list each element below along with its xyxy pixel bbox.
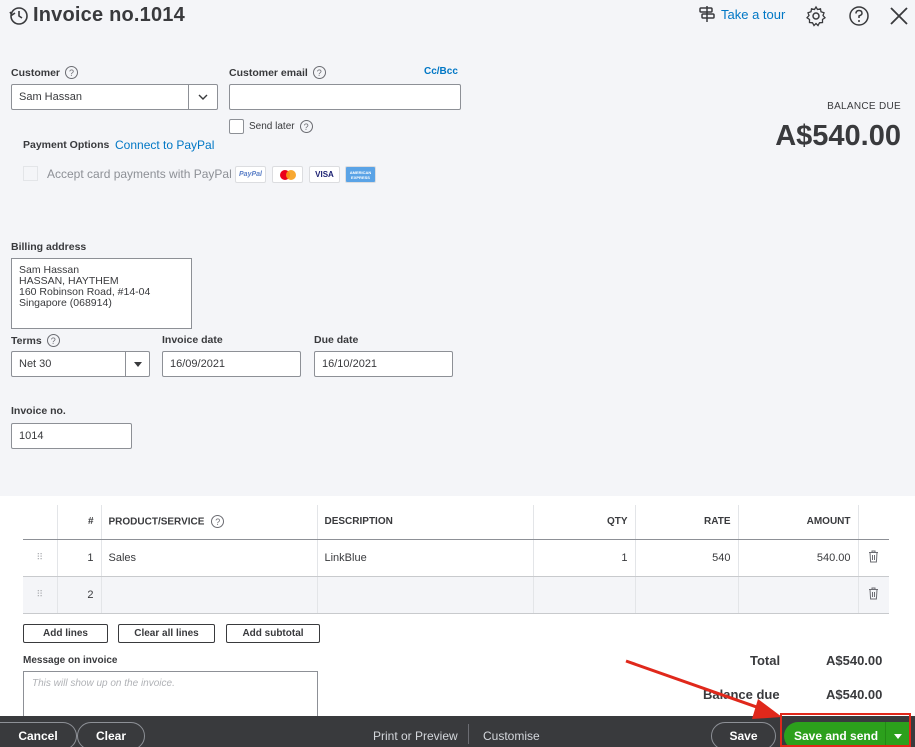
customer-email-input[interactable] — [229, 84, 461, 110]
due-date-label: Due date — [314, 334, 359, 346]
product-cell[interactable] — [101, 576, 318, 614]
amount-cell[interactable] — [738, 576, 859, 614]
caret-down-icon[interactable] — [125, 352, 149, 376]
help-icon[interactable]: ? — [211, 515, 225, 529]
table-row[interactable]: ⠿ 1 Sales LinkBlue 1 540 540.00 — [23, 539, 889, 577]
help-icon[interactable] — [848, 5, 870, 27]
invoice-no-label: Invoice no. — [11, 405, 66, 417]
message-label: Message on invoice — [23, 655, 118, 666]
billing-address-textarea[interactable]: Sam Hassan HASSAN, HAYTHEM 160 Robinson … — [11, 258, 192, 329]
drag-handle-icon[interactable]: ⠿ — [23, 576, 58, 614]
description-cell[interactable] — [317, 576, 534, 614]
amex-card-icon: AMERICAN EXPRESS — [345, 166, 376, 183]
table-row[interactable]: ⠿ 2 — [23, 576, 889, 614]
cancel-button[interactable]: Cancel — [0, 722, 77, 747]
gear-icon[interactable] — [805, 5, 827, 27]
save-button[interactable]: Save — [711, 722, 776, 747]
signpost-icon — [699, 6, 715, 22]
clear-all-lines-button[interactable]: Clear all lines — [118, 624, 215, 643]
balance-due-label: BALANCE DUE — [827, 101, 901, 112]
highlight-box — [780, 713, 911, 747]
rate-cell[interactable] — [635, 576, 739, 614]
accept-cards-checkbox[interactable] — [23, 166, 38, 181]
description-cell[interactable]: LinkBlue — [317, 539, 534, 577]
customise-link[interactable]: Customise — [483, 729, 540, 743]
qty-cell[interactable] — [533, 576, 636, 614]
invoice-date-input[interactable]: 16/09/2021 — [162, 351, 301, 377]
connect-paypal-link[interactable]: Connect to PayPal — [115, 138, 214, 152]
footer-divider — [468, 724, 469, 744]
column-header-amount: AMOUNT — [738, 505, 859, 540]
send-later-label: Send later ? — [249, 120, 313, 133]
chevron-down-icon[interactable] — [188, 85, 217, 109]
balance-due-row-value: A$540.00 — [826, 687, 883, 702]
help-icon[interactable]: ? — [46, 334, 60, 347]
column-header-description: DESCRIPTION — [317, 505, 534, 540]
terms-label: Terms ? — [11, 334, 60, 347]
page-title: Invoice no.1014 — [33, 4, 185, 26]
due-date-input[interactable]: 16/10/2021 — [314, 351, 453, 377]
history-icon[interactable] — [8, 5, 30, 27]
terms-select[interactable]: Net 30 — [11, 351, 150, 377]
take-tour-label: Take a tour — [721, 6, 786, 22]
invoice-no-input[interactable]: 1014 — [11, 423, 132, 449]
column-header-qty: QTY — [533, 505, 636, 540]
column-header-number: # — [57, 505, 102, 540]
row-number: 1 — [57, 539, 102, 577]
row-number: 2 — [57, 576, 102, 614]
paypal-card-icon: PayPal — [235, 166, 266, 183]
take-tour-link[interactable]: Take a tour — [698, 5, 785, 23]
visa-card-icon: VISA — [309, 166, 340, 183]
trash-icon[interactable] — [858, 539, 889, 577]
table-header-row: # PRODUCT/SERVICE ? DESCRIPTION QTY RATE… — [23, 505, 889, 540]
product-cell[interactable]: Sales — [101, 539, 318, 577]
annotation-arrow-icon — [625, 659, 782, 719]
column-header-rate: RATE — [635, 505, 739, 540]
payment-options-label: Payment Options — [23, 139, 110, 151]
accept-cards-label: Accept card payments with PayPal — [47, 167, 232, 181]
customer-email-label: Customer email ? — [229, 66, 326, 79]
balance-due-amount: A$540.00 — [775, 120, 901, 152]
column-header-product: PRODUCT/SERVICE ? — [101, 505, 318, 540]
invoice-date-label: Invoice date — [162, 334, 223, 346]
send-later-checkbox[interactable] — [229, 119, 244, 134]
add-lines-button[interactable]: Add lines — [23, 624, 108, 643]
help-icon[interactable]: ? — [299, 120, 313, 133]
drag-column-header — [23, 505, 58, 540]
customer-label: Customer ? — [11, 66, 79, 79]
help-icon[interactable]: ? — [65, 66, 79, 79]
trash-icon[interactable] — [858, 576, 889, 614]
help-icon[interactable]: ? — [312, 66, 326, 79]
customer-select[interactable]: Sam Hassan — [11, 84, 218, 110]
billing-address-label: Billing address — [11, 241, 87, 253]
clear-button[interactable]: Clear — [77, 722, 145, 747]
qty-cell[interactable]: 1 — [533, 539, 636, 577]
total-value: A$540.00 — [826, 653, 883, 668]
line-items-table: # PRODUCT/SERVICE ? DESCRIPTION QTY RATE… — [23, 505, 889, 614]
message-textarea[interactable]: This will show up on the invoice. — [23, 671, 318, 718]
amount-cell[interactable]: 540.00 — [738, 539, 859, 577]
drag-handle-icon[interactable]: ⠿ — [23, 539, 58, 577]
close-icon[interactable] — [888, 5, 910, 27]
mastercard-icon — [272, 166, 303, 183]
add-subtotal-button[interactable]: Add subtotal — [226, 624, 320, 643]
cc-bcc-link[interactable]: Cc/Bcc — [424, 66, 458, 77]
delete-column-header — [858, 505, 889, 540]
print-preview-link[interactable]: Print or Preview — [373, 729, 458, 743]
rate-cell[interactable]: 540 — [635, 539, 739, 577]
